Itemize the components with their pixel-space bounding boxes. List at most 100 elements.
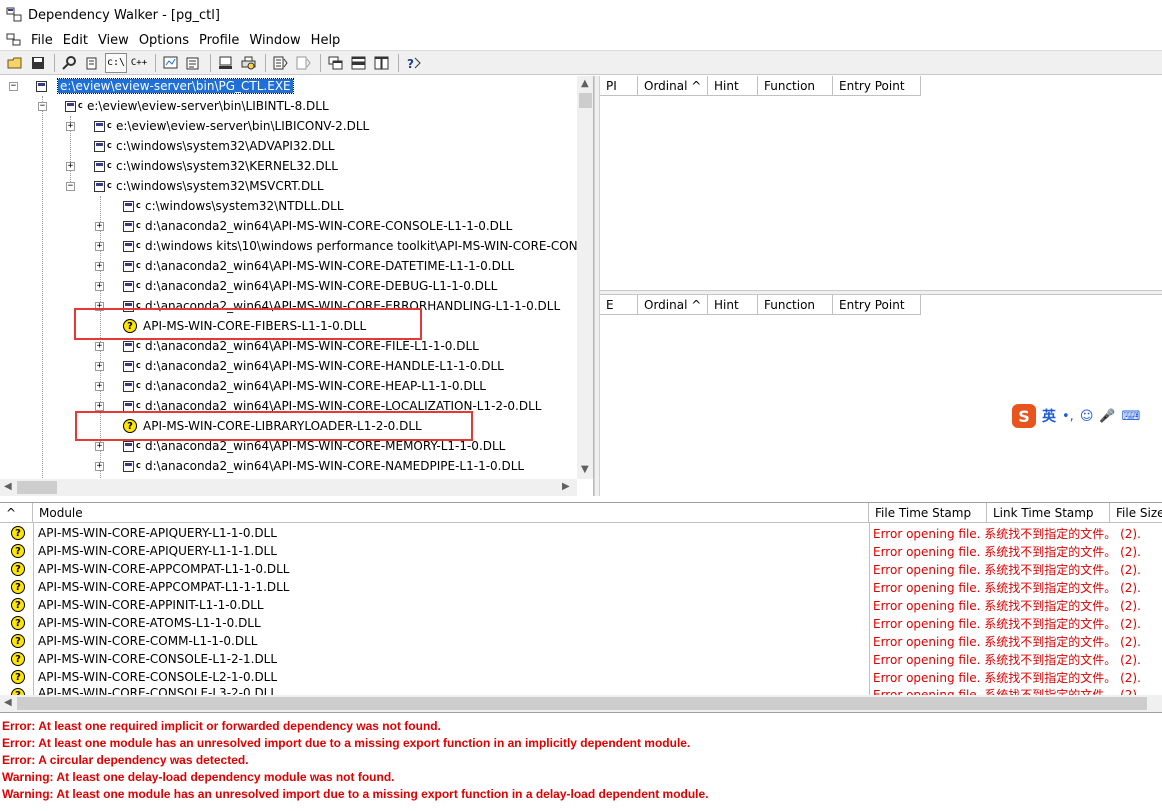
expand-toggle[interactable]: +	[95, 222, 104, 231]
tree-node[interactable]: c d:\anaconda2_win64\API-MS-WIN-CORE-NAM…	[123, 456, 524, 476]
module-row[interactable]: ? API-MS-WIN-CORE-APIQUERY-L1-1-1.DLL Er…	[0, 542, 1162, 560]
tree-node[interactable]: c e:\eview\eview-server\bin\LIBINTL-8.DL…	[65, 96, 329, 116]
module-row[interactable]: ? API-MS-WIN-CORE-APPCOMPAT-L1-1-0.DLL E…	[0, 560, 1162, 578]
copy-icon[interactable]	[82, 53, 104, 73]
next-icon[interactable]	[293, 53, 315, 73]
col-entry-point[interactable]: Entry Point	[833, 76, 921, 96]
tree-root[interactable]: e:\eview\eview-server\bin\PG_CTL.EXE	[36, 76, 294, 96]
search-icon[interactable]	[270, 53, 292, 73]
scroll-thumb[interactable]	[17, 697, 1147, 710]
tree-node[interactable]: c c:\windows\system32\MSVCRT.DLL	[94, 176, 324, 196]
module-row[interactable]: ? API-MS-WIN-CORE-APIQUERY-L1-1-0.DLL Er…	[0, 524, 1162, 542]
ime-language-toggle[interactable]: 英	[1042, 406, 1056, 426]
col-file-time-stamp[interactable]: File Time Stamp	[869, 503, 987, 523]
expand-toggle[interactable]: +	[95, 462, 104, 471]
cascade-icon[interactable]	[325, 53, 347, 73]
find-icon[interactable]	[59, 53, 81, 73]
col-function[interactable]: Function	[758, 76, 833, 96]
col-ordinal[interactable]: Ordinal ^	[638, 76, 708, 96]
module-row[interactable]: ? API-MS-WIN-CORE-ATOMS-L1-1-0.DLL Error…	[0, 614, 1162, 632]
scroll-left-arrow-icon[interactable]: ◀	[4, 481, 12, 492]
col-file-size[interactable]: File Size	[1110, 503, 1162, 523]
open-icon[interactable]	[4, 53, 26, 73]
cpp-button[interactable]: C++	[128, 53, 150, 73]
expand-toggle[interactable]: +	[66, 122, 75, 131]
expand-toggle[interactable]: +	[66, 162, 75, 171]
scroll-down-arrow-icon[interactable]: ▼	[581, 464, 589, 475]
module-row[interactable]: ? API-MS-WIN-CORE-CONSOLE-L2-1-0.DLL Err…	[0, 668, 1162, 686]
col-hint[interactable]: Hint	[708, 295, 758, 315]
scroll-up-arrow-icon[interactable]: ▲	[581, 78, 589, 89]
scroll-thumb[interactable]	[17, 481, 57, 494]
expand-toggle[interactable]: +	[95, 402, 104, 411]
expand-toggle[interactable]: +	[95, 382, 104, 391]
properties-icon[interactable]	[183, 53, 205, 73]
expand-toggle[interactable]: +	[95, 442, 104, 451]
tree-node[interactable]: c c:\windows\system32\NTDLL.DLL	[123, 196, 344, 216]
menu-edit[interactable]: Edit	[58, 33, 93, 48]
expand-toggle[interactable]: +	[95, 242, 104, 251]
log-pane[interactable]: Error: At least one required implicit or…	[0, 712, 1162, 811]
module-row[interactable]: ? API-MS-WIN-CORE-APPINIT-L1-1-0.DLL Err…	[0, 596, 1162, 614]
collapse-toggle[interactable]: −	[66, 182, 75, 191]
scroll-left-arrow-icon[interactable]: ◀	[4, 697, 12, 708]
save-icon[interactable]	[27, 53, 49, 73]
menu-help[interactable]: Help	[306, 33, 346, 48]
menu-profile[interactable]: Profile	[194, 33, 244, 48]
menu-window[interactable]: Window	[244, 33, 305, 48]
parent-import-pane[interactable]: PI Ordinal ^ Hint Function Entry Point	[600, 76, 1162, 290]
full-paths-button[interactable]: c:\	[105, 52, 127, 73]
module-dependency-tree[interactable]: − e:\eview\eview-server\bin\PG_CTL.EXE −…	[0, 76, 594, 496]
module-list-horizontal-scrollbar[interactable]: ◀	[0, 695, 1162, 712]
collapse-toggle[interactable]: −	[38, 102, 47, 111]
keyboard-icon[interactable]: ⌨	[1122, 409, 1141, 424]
menu-file[interactable]: File	[26, 33, 58, 48]
expand-toggle[interactable]: +	[95, 262, 104, 271]
col-sort-indicator[interactable]: ^	[0, 503, 33, 523]
microphone-icon[interactable]: 🎤	[1099, 409, 1115, 424]
tree-horizontal-scrollbar[interactable]: ◀ ▶	[0, 479, 577, 496]
col-link-time-stamp[interactable]: Link Time Stamp	[987, 503, 1110, 523]
emoji-icon[interactable]: ☺	[1080, 409, 1094, 424]
col-module[interactable]: Module	[33, 503, 869, 523]
module-row[interactable]: ? API-MS-WIN-CORE-COMM-L1-1-0.DLL Error …	[0, 632, 1162, 650]
system-info-icon[interactable]	[215, 53, 237, 73]
col-ordinal[interactable]: Ordinal ^	[638, 295, 708, 315]
module-row[interactable]: ? API-MS-WIN-CORE-APPCOMPAT-L1-1-1.DLL E…	[0, 578, 1162, 596]
expand-toggle[interactable]: +	[95, 282, 104, 291]
col-function[interactable]: Function	[758, 295, 833, 315]
scroll-thumb[interactable]	[579, 93, 592, 108]
module-list[interactable]: ^ Module File Time Stamp Link Time Stamp…	[0, 502, 1162, 712]
view-module-icon[interactable]	[160, 53, 182, 73]
col-pi[interactable]: PI	[600, 76, 638, 96]
col-e[interactable]: E	[600, 295, 638, 315]
print-icon[interactable]	[238, 53, 260, 73]
sogou-logo-icon[interactable]: S	[1012, 404, 1036, 428]
tree-node[interactable]: c d:\anaconda2_win64\API-MS-WIN-CORE-CON…	[123, 216, 512, 236]
tile-horizontal-icon[interactable]	[348, 53, 370, 73]
tree-node[interactable]: c d:\anaconda2_win64\API-MS-WIN-CORE-DAT…	[123, 256, 514, 276]
tree-node[interactable]: c c:\windows\system32\ADVAPI32.DLL	[94, 136, 335, 156]
export-pane[interactable]: E Ordinal ^ Hint Function Entry Point	[600, 295, 1162, 496]
collapse-root-toggle[interactable]: −	[9, 82, 18, 91]
tree-vertical-scrollbar[interactable]: ▲ ▼	[577, 76, 593, 479]
expand-toggle[interactable]: +	[95, 342, 104, 351]
tile-vertical-icon[interactable]	[371, 53, 393, 73]
punctuation-icon[interactable]: •,	[1062, 409, 1074, 424]
col-entry-point[interactable]: Entry Point	[833, 295, 921, 315]
expand-toggle[interactable]: +	[95, 362, 104, 371]
help-icon[interactable]: ?	[403, 53, 425, 73]
ime-toolbar[interactable]: S 英 •, ☺ 🎤 ⌨	[1012, 402, 1162, 430]
tree-node[interactable]: c d:\windows kits\10\windows performance…	[123, 236, 578, 256]
tree-node[interactable]: c d:\anaconda2_win64\API-MS-WIN-CORE-HAN…	[123, 356, 504, 376]
tree-node[interactable]: c d:\anaconda2_win64\API-MS-WIN-CORE-HEA…	[123, 376, 486, 396]
module-row[interactable]: ? API-MS-WIN-CORE-CONSOLE-L1-2-1.DLL Err…	[0, 650, 1162, 668]
col-hint[interactable]: Hint	[708, 76, 758, 96]
tree-node[interactable]: c d:\anaconda2_win64\API-MS-WIN-CORE-DEB…	[123, 276, 497, 296]
scroll-right-arrow-icon[interactable]: ▶	[562, 481, 570, 492]
menu-view[interactable]: View	[93, 33, 134, 48]
document-icon[interactable]	[6, 33, 22, 47]
tree-node[interactable]: c e:\eview\eview-server\bin\LIBICONV-2.D…	[94, 116, 369, 136]
menu-options[interactable]: Options	[134, 33, 194, 48]
tree-node[interactable]: c c:\windows\system32\KERNEL32.DLL	[94, 156, 338, 176]
